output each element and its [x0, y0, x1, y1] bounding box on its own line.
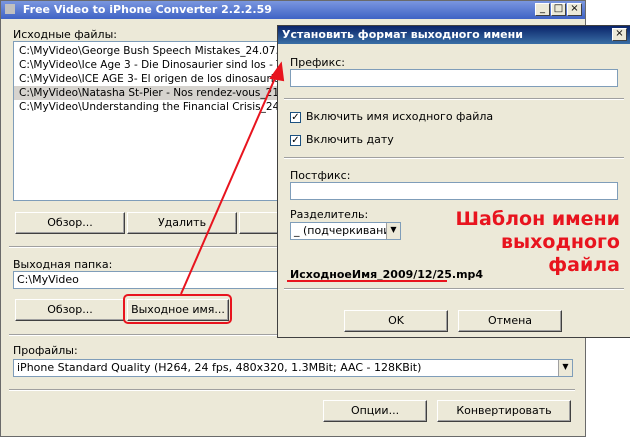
annotation-arrow-head [269, 61, 285, 82]
annotation-line-3: файла [548, 254, 620, 276]
annotation-text: Шаблон имени выходного файла [440, 208, 620, 277]
annotation-line-2: выходного [500, 231, 620, 253]
annotation-marks [123, 61, 447, 324]
annotation-arrow-line [180, 68, 280, 295]
output-name-highlight [123, 294, 232, 324]
annotation-line-1: Шаблон имени [455, 208, 620, 230]
